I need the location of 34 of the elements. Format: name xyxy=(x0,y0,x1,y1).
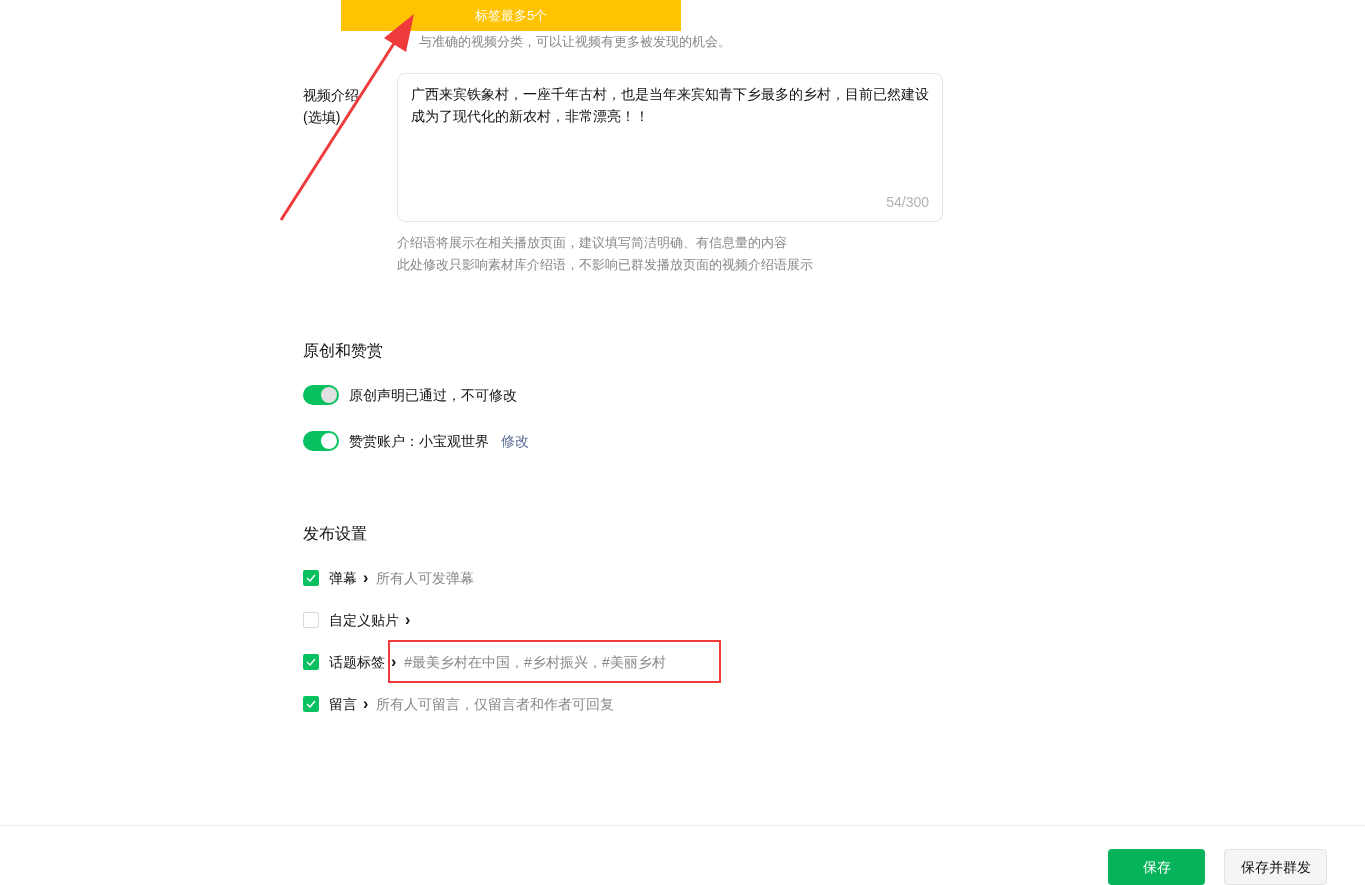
section-title: 原创和赞赏 xyxy=(303,341,384,361)
check-icon xyxy=(306,700,316,708)
intro-textarea[interactable]: 广西来宾铁象村，一座千年古村，也是当年来宾知青下乡最多的乡村，目前已然建设成为了现代化的新农村，非常漂亮！！ 54/300 xyxy=(397,73,943,222)
banner-text: 标签最多5个 xyxy=(474,6,548,25)
option-label: 话题标签 xyxy=(329,652,385,672)
check-icon xyxy=(306,658,316,666)
hint-text: 与准确的视频分类，可以让视频有更多被发现的机会。 xyxy=(419,33,731,52)
option-label: 留言 xyxy=(329,694,357,714)
option-label: 弹幕 xyxy=(329,568,357,588)
hint-text: 介绍语将展示在相关播放页面，建议填写简洁明确、有信息量的内容 xyxy=(397,234,788,252)
checkbox[interactable] xyxy=(303,570,319,586)
field-label: 视频介绍 xyxy=(303,86,360,105)
chevron-icon[interactable]: › xyxy=(363,570,369,586)
chevron-icon[interactable]: › xyxy=(363,696,369,712)
checkbox[interactable] xyxy=(303,696,319,712)
section-title: 发布设置 xyxy=(303,524,368,544)
chevron-icon[interactable]: › xyxy=(405,612,411,628)
checkbox[interactable] xyxy=(303,654,319,670)
checkbox[interactable] xyxy=(303,612,319,628)
option-value: 所有人可留言，仅留言者和作者可回复 xyxy=(376,694,615,714)
toggle-switch[interactable] xyxy=(303,431,339,451)
option-value: 所有人可发弹幕 xyxy=(376,568,475,588)
char-counter: 54/300 xyxy=(886,193,929,212)
field-note: (选填) xyxy=(303,108,342,127)
textarea-value: 广西来宾铁象村，一座千年古村，也是当年来宾知青下乡最多的乡村，目前已然建设成为了现代化的新农村，非常漂亮！！ xyxy=(411,85,929,126)
toggle-label: 原创声明已通过，不可修改 xyxy=(349,385,517,405)
save-and-send-button[interactable]: 保存并群发 xyxy=(1224,849,1327,885)
toggle-label: 赞赏账户：小宝观世界 xyxy=(349,431,489,451)
check-icon xyxy=(306,574,316,582)
hint-text: 此处修改只影响素材库介绍语，不影响已群发播放页面的视频介绍语展示 xyxy=(397,256,814,274)
option-value: #最美乡村在中国，#乡村振兴，#美丽乡村 xyxy=(404,652,666,672)
option-label: 自定义贴片 xyxy=(329,610,399,630)
edit-link[interactable]: 修改 xyxy=(501,430,529,452)
chevron-icon[interactable]: › xyxy=(391,654,397,670)
